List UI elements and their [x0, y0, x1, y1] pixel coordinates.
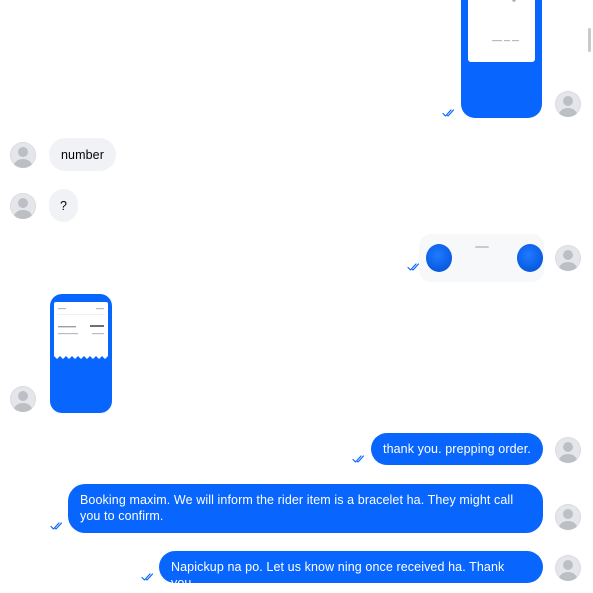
default-user-avatar-icon: [559, 560, 577, 581]
double-check-icon: [442, 109, 454, 117]
bracelet-clasp: [475, 246, 489, 248]
bracelet-bead: [517, 244, 543, 272]
avatar[interactable]: [10, 142, 36, 168]
default-user-avatar-icon: [559, 96, 577, 117]
receipt-paper: [468, 0, 535, 62]
incoming-message[interactable]: number: [49, 138, 116, 171]
message-text: Napickup na po. Let us know ning once re…: [171, 560, 505, 590]
avatar[interactable]: [10, 193, 36, 219]
avatar[interactable]: [555, 245, 581, 271]
double-check-icon: [141, 573, 153, 581]
avatar[interactable]: [555, 555, 581, 581]
outgoing-message[interactable]: Napickup na po. Let us know ning once re…: [159, 551, 543, 590]
double-check-icon: [352, 455, 364, 463]
avatar[interactable]: [10, 386, 36, 412]
avatar[interactable]: [555, 437, 581, 463]
default-user-avatar-icon: [559, 442, 577, 463]
receipt-edge: [54, 354, 108, 359]
receipt-screenshot: [54, 302, 108, 356]
outgoing-message[interactable]: Booking maxim. We will inform the rider …: [68, 484, 543, 533]
outgoing-image-attachment[interactable]: [419, 234, 544, 282]
double-check-icon: [407, 263, 419, 271]
default-user-avatar-icon: [559, 509, 577, 530]
message-text: thank you. prepping order.: [383, 442, 531, 456]
scrollbar-thumb[interactable]: [588, 28, 591, 52]
default-user-avatar-icon: [14, 391, 32, 412]
bracelet-bead: [426, 244, 452, 272]
default-user-avatar-icon: [14, 198, 32, 219]
message-text: Booking maxim. We will inform the rider …: [80, 493, 514, 523]
avatar[interactable]: [555, 504, 581, 530]
outgoing-message[interactable]: thank you. prepping order.: [371, 433, 543, 465]
outgoing-image-attachment[interactable]: [461, 0, 542, 118]
double-check-icon: [50, 522, 62, 530]
chat-thread: number ? thank you. prepping order. Book…: [0, 0, 593, 593]
default-user-avatar-icon: [14, 147, 32, 168]
incoming-image-attachment[interactable]: [50, 294, 112, 413]
avatar[interactable]: [555, 91, 581, 117]
message-text: number: [61, 148, 104, 162]
message-text: ?: [59, 199, 68, 213]
incoming-message[interactable]: ?: [49, 189, 78, 222]
default-user-avatar-icon: [559, 250, 577, 271]
